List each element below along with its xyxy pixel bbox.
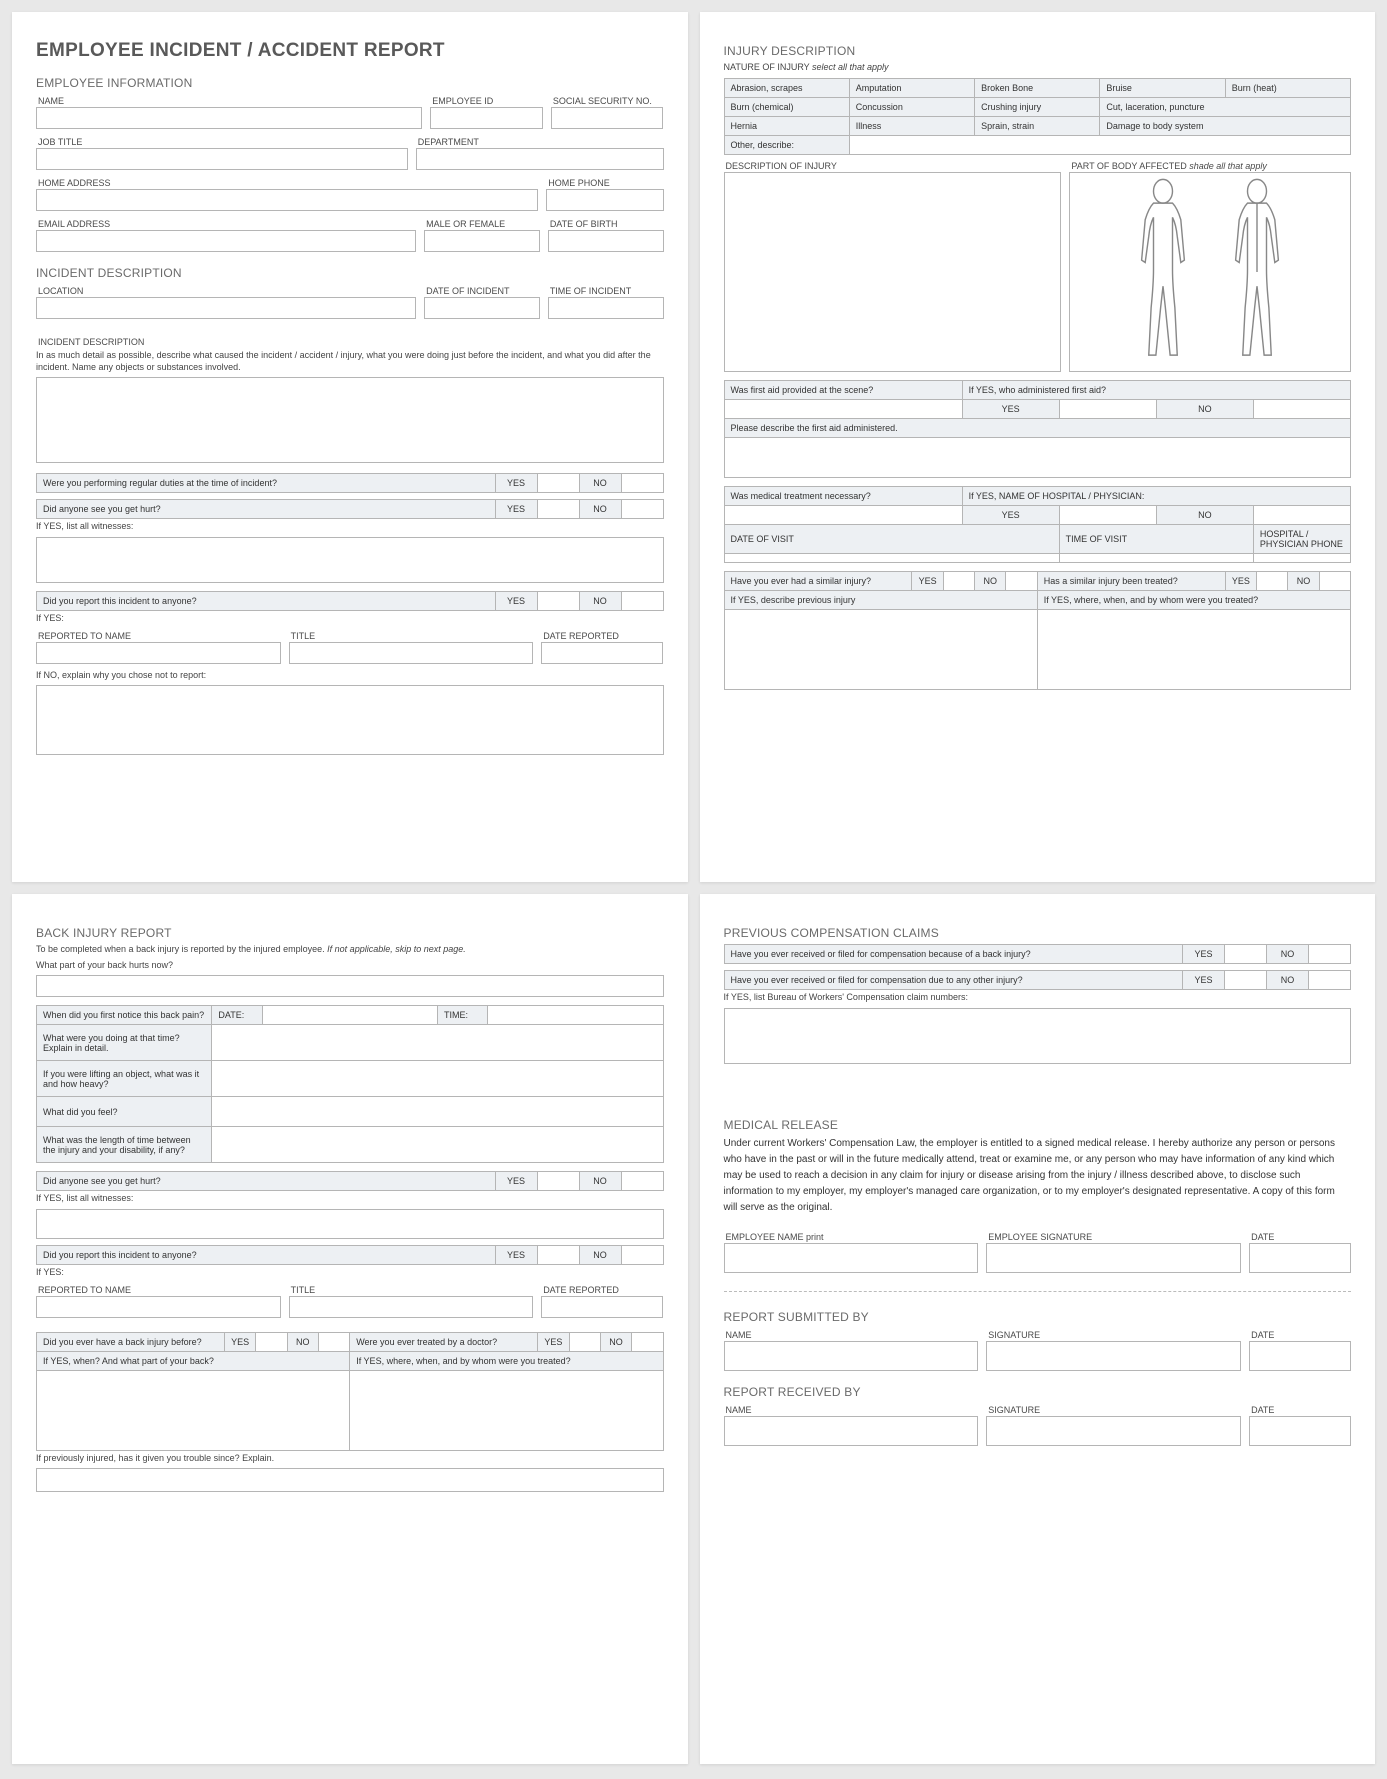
input-back-part[interactable] — [36, 975, 664, 997]
input-jobtitle[interactable] — [36, 148, 408, 170]
body-back-icon — [1217, 177, 1297, 367]
if-yes: If YES: — [36, 613, 664, 625]
q-regular-duties: Were you performing regular duties at th… — [37, 474, 496, 493]
input-email[interactable] — [36, 230, 416, 252]
table-medtreat: Was medical treatment necessary? If YES,… — [724, 486, 1352, 563]
input-ifno-explain[interactable] — [36, 685, 664, 755]
input-homephone[interactable] — [546, 189, 663, 211]
table-back-history: Did you ever have a back injury before? … — [36, 1332, 664, 1451]
section-incident: INCIDENT DESCRIPTION — [36, 266, 664, 280]
input-dob[interactable] — [548, 230, 664, 252]
label-homephone: HOME PHONE — [546, 176, 663, 189]
if-no-explain: If NO, explain why you chose not to repo… — [36, 670, 664, 682]
body-diagram[interactable] — [1069, 172, 1351, 372]
input-claim-numbers[interactable] — [724, 1008, 1352, 1064]
page-4: PREVIOUS COMPENSATION CLAIMS Have you ev… — [700, 894, 1376, 1764]
input-mf[interactable] — [424, 230, 540, 252]
page-grid: EMPLOYEE INCIDENT / ACCIDENT REPORT EMPL… — [0, 0, 1387, 1776]
table-similar: Have you ever had a similar injury? YES … — [724, 571, 1352, 690]
page-1: EMPLOYEE INCIDENT / ACCIDENT REPORT EMPL… — [12, 12, 688, 882]
label-dob: DATE OF BIRTH — [548, 217, 664, 230]
label-mf: MALE OR FEMALE — [424, 217, 540, 230]
section-emp-info: EMPLOYEE INFORMATION — [36, 76, 664, 90]
input-firstaid-desc[interactable] — [724, 437, 1351, 477]
section-received: REPORT RECEIVED BY — [724, 1385, 1352, 1399]
input-dept[interactable] — [416, 148, 664, 170]
label-email: EMAIL ADDRESS — [36, 217, 416, 230]
input-name[interactable] — [36, 107, 422, 129]
input-emp-name-print[interactable] — [724, 1243, 979, 1273]
body-front-icon — [1123, 177, 1203, 367]
input-homeaddr[interactable] — [36, 189, 538, 211]
body-figure-icon — [1074, 177, 1346, 367]
divider — [724, 1291, 1352, 1292]
input-dateinc[interactable] — [424, 297, 540, 319]
input-timeinc[interactable] — [548, 297, 664, 319]
table-back: When did you first notice this back pain… — [36, 1005, 664, 1163]
input-witnesses[interactable] — [36, 537, 664, 583]
input-sig-date[interactable] — [1249, 1243, 1351, 1273]
label-timeinc: TIME OF INCIDENT — [548, 284, 664, 297]
input-incident-desc[interactable] — [36, 377, 664, 463]
cell-yes[interactable]: YES — [495, 474, 537, 493]
check-no[interactable] — [621, 474, 663, 493]
input-title[interactable] — [289, 642, 534, 664]
input-emp-sig[interactable] — [986, 1243, 1241, 1273]
input-reported-to[interactable] — [36, 642, 281, 664]
label-dateinc: DATE OF INCIDENT — [424, 284, 540, 297]
report-title: EMPLOYEE INCIDENT / ACCIDENT REPORT — [36, 40, 664, 62]
label-name: NAME — [36, 94, 422, 107]
table-questions-3: Did you report this incident to anyone? … — [36, 591, 664, 611]
label-witnesses: If YES, list all witnesses: — [36, 521, 664, 533]
cell-no[interactable]: NO — [579, 474, 621, 493]
table-questions-2: Did anyone see you get hurt? YES NO — [36, 499, 664, 519]
table-firstaid: Was first aid provided at the scene? If … — [724, 380, 1352, 478]
section-injury-desc: INJURY DESCRIPTION — [724, 44, 1352, 58]
input-location[interactable] — [36, 297, 416, 319]
page-3: BACK INJURY REPORT To be completed when … — [12, 894, 688, 1764]
label-jobtitle: JOB TITLE — [36, 135, 408, 148]
table-nature: Abrasion, scrapes Amputation Broken Bone… — [724, 78, 1352, 155]
section-medrelease: MEDICAL RELEASE — [724, 1118, 1352, 1132]
label-incidentdesc: INCIDENT DESCRIPTION — [36, 335, 664, 348]
section-back: BACK INJURY REPORT — [36, 926, 664, 940]
section-prev-comp: PREVIOUS COMPENSATION CLAIMS — [724, 926, 1352, 940]
section-submitted: REPORT SUBMITTED BY — [724, 1310, 1352, 1324]
page-2: INJURY DESCRIPTION NATURE OF INJURY sele… — [700, 12, 1376, 882]
release-text: Under current Workers' Compensation Law,… — [724, 1136, 1352, 1216]
label-dept: DEPARTMENT — [416, 135, 664, 148]
input-date-reported[interactable] — [541, 642, 663, 664]
input-desc-injury[interactable] — [724, 172, 1062, 372]
check-yes[interactable] — [537, 474, 579, 493]
label-location: LOCATION — [36, 284, 416, 297]
incident-help-text: In as much detail as possible, describe … — [36, 350, 664, 373]
q-seen-hurt: Did anyone see you get hurt? — [37, 500, 496, 519]
label-ssn: SOCIAL SECURITY NO. — [551, 94, 664, 107]
label-homeaddr: HOME ADDRESS — [36, 176, 538, 189]
table-questions-1: Were you performing regular duties at th… — [36, 473, 664, 493]
q-reported: Did you report this incident to anyone? — [37, 592, 496, 611]
input-empid[interactable] — [430, 107, 543, 129]
input-ssn[interactable] — [551, 107, 664, 129]
label-empid: EMPLOYEE ID — [430, 94, 543, 107]
